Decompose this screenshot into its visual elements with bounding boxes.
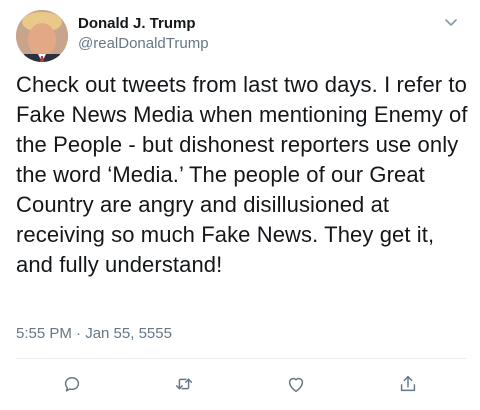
like-button[interactable] (284, 372, 308, 396)
heart-icon (285, 373, 307, 395)
tweet-header: Donald J. Trump @realDonaldTrump (16, 10, 466, 64)
reply-button[interactable] (60, 372, 84, 396)
share-button[interactable] (396, 372, 420, 396)
tweet-timestamp[interactable]: 5:55 PM · Jan 55, 5555 (16, 324, 172, 344)
avatar[interactable] (16, 10, 68, 62)
chevron-down-icon[interactable] (442, 14, 460, 32)
name-block: Donald J. Trump @realDonaldTrump (78, 14, 209, 54)
user-handle[interactable]: @realDonaldTrump (78, 34, 209, 54)
divider (16, 358, 466, 359)
display-name[interactable]: Donald J. Trump (78, 14, 209, 34)
action-bar (0, 372, 480, 398)
tweet-text: Check out tweets from last two days. I r… (16, 72, 468, 277)
tweet-card: Donald J. Trump @realDonaldTrump Check o… (0, 0, 480, 410)
retweet-icon (173, 373, 195, 395)
retweet-button[interactable] (172, 372, 196, 396)
reply-icon (61, 373, 83, 395)
share-icon (397, 373, 419, 395)
